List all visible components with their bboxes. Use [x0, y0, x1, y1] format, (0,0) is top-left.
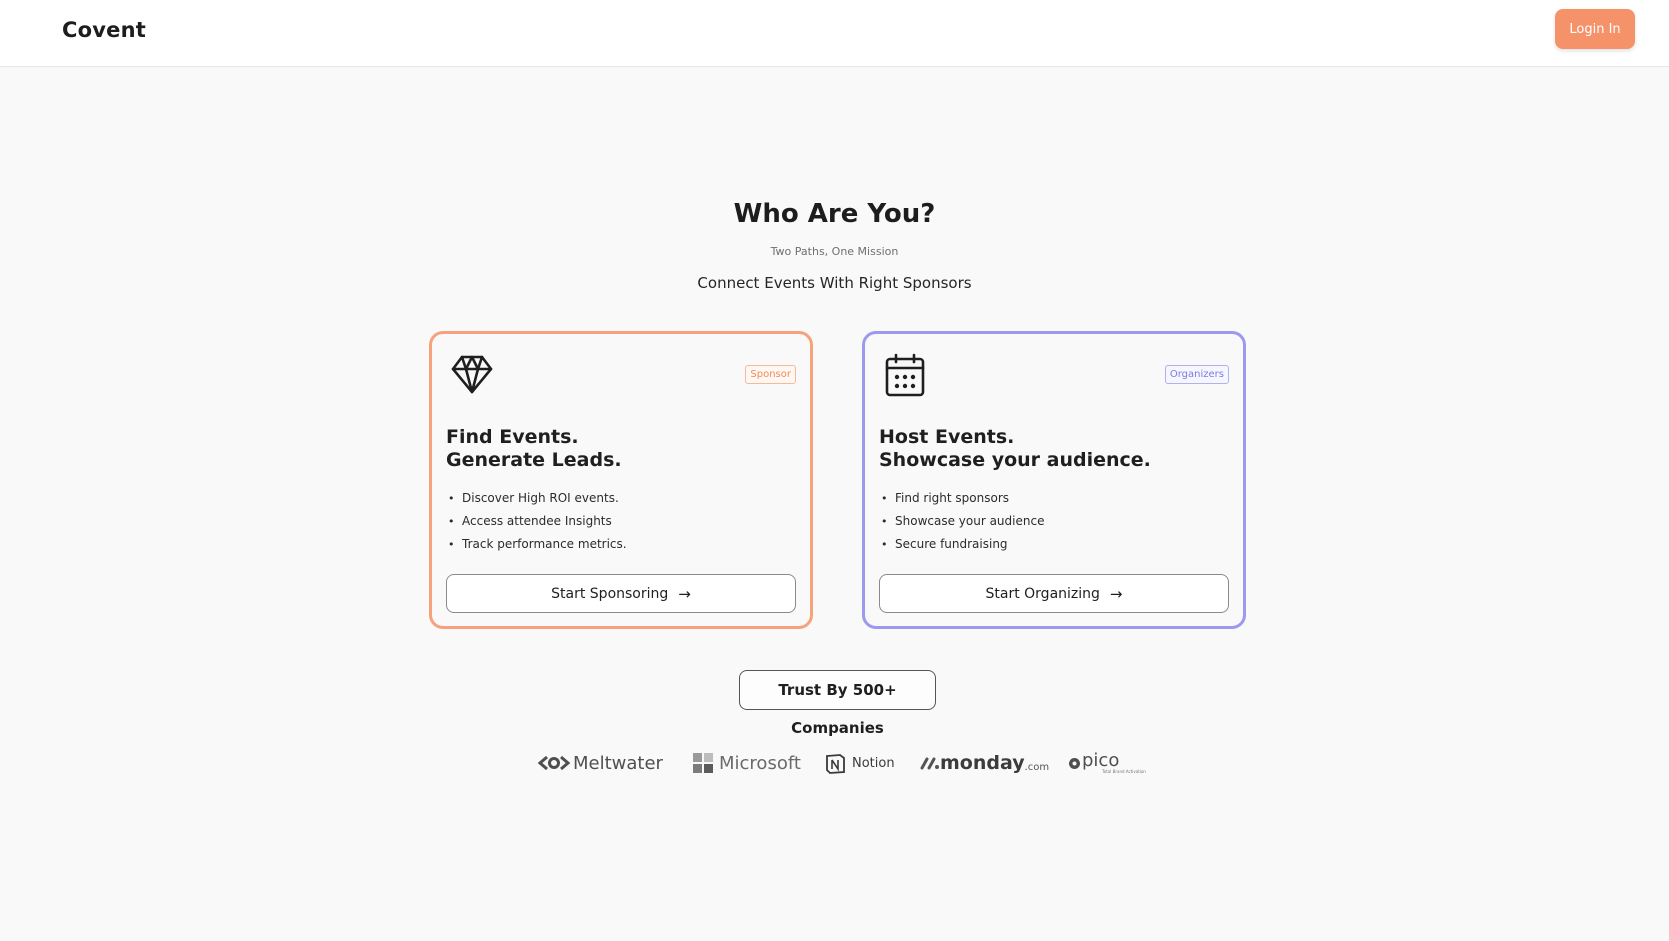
- company-name: Meltwater: [573, 752, 663, 774]
- sponsor-badge: Sponsor: [745, 365, 796, 384]
- monday-logo: monday .com: [920, 748, 1049, 778]
- start-sponsoring-button[interactable]: Start Sponsoring →: [446, 574, 796, 613]
- trust-badge: Trust By 500+ Companies: [739, 670, 936, 737]
- page-tagline: Connect Events With Right Sponsors: [697, 274, 972, 292]
- sponsor-card[interactable]: Sponsor Find Events. Generate Leads. Dis…: [429, 331, 813, 629]
- page-title: Who Are You?: [733, 199, 936, 229]
- benefit-list: Discover High ROI events. Access attende…: [448, 487, 627, 556]
- arrow-right-icon: →: [1109, 584, 1123, 603]
- diamond-icon: [450, 352, 494, 398]
- arrow-right-icon: →: [678, 584, 691, 603]
- list-item: Discover High ROI events.: [448, 487, 627, 510]
- button-label: Start Sponsoring: [551, 585, 669, 602]
- company-name: monday: [940, 752, 1025, 774]
- top-bar: Covent Login In: [0, 0, 1669, 67]
- card-title-line1: Find Events.: [446, 426, 579, 448]
- company-name: Microsoft: [719, 752, 801, 774]
- company-name: pico: [1082, 750, 1120, 771]
- card-title: Host Events. Showcase your audience.: [879, 426, 1151, 472]
- card-title: Find Events. Generate Leads.: [446, 426, 622, 472]
- calendar-icon: [883, 352, 927, 398]
- app-logo[interactable]: Covent: [62, 18, 146, 42]
- organizer-card[interactable]: Organizers Host Events. Showcase your au…: [862, 331, 1246, 629]
- list-item: Access attendee Insights: [448, 510, 627, 533]
- notion-logo: Notion: [825, 748, 895, 778]
- pico-logo: pico Total Brand Activation: [1068, 748, 1146, 778]
- list-item: Find right sponsors: [881, 487, 1044, 510]
- login-button[interactable]: Login In: [1555, 9, 1635, 49]
- meltwater-logo: Meltwater: [537, 748, 663, 778]
- company-logos: Meltwater Microsoft Notion monday .com p…: [0, 748, 1669, 778]
- button-label: Start Organizing: [985, 585, 1100, 602]
- organizers-badge: Organizers: [1164, 365, 1229, 384]
- card-title-line2: Showcase your audience.: [879, 449, 1151, 471]
- page-subtitle: Two Paths, One Mission: [770, 245, 899, 258]
- company-tagline: Total Brand Activation: [1102, 769, 1146, 774]
- company-suffix: .com: [1024, 761, 1050, 773]
- list-item: Secure fundraising: [881, 533, 1044, 556]
- card-title-line1: Host Events.: [879, 426, 1015, 448]
- list-item: Showcase your audience: [881, 510, 1044, 533]
- microsoft-logo: Microsoft: [693, 748, 801, 778]
- list-item: Track performance metrics.: [448, 533, 627, 556]
- card-title-line2: Generate Leads.: [446, 449, 622, 471]
- company-name: Notion: [852, 755, 895, 771]
- start-organizing-button[interactable]: Start Organizing →: [879, 574, 1229, 613]
- benefit-list: Find right sponsors Showcase your audien…: [881, 487, 1044, 556]
